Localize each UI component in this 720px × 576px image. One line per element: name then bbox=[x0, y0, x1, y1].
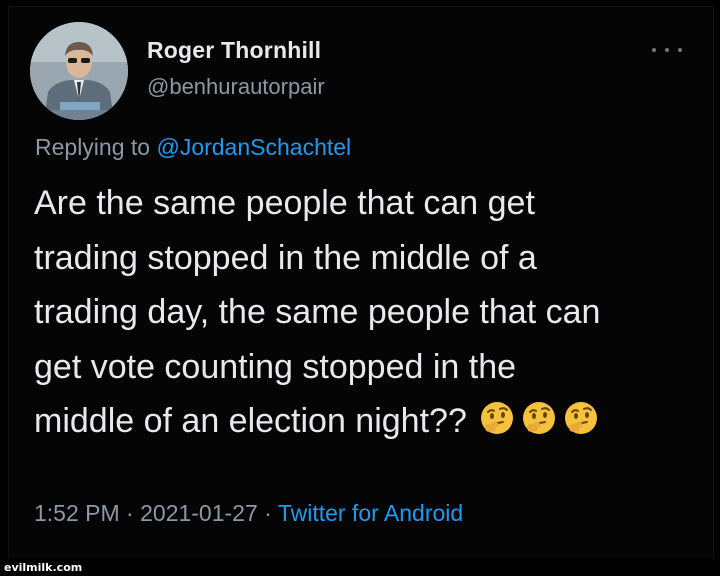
dot bbox=[665, 48, 669, 52]
display-name[interactable]: Roger Thornhill bbox=[147, 37, 321, 64]
thinking-face-emoji-icon bbox=[480, 402, 513, 434]
thinking-face-emoji-icon bbox=[564, 402, 597, 434]
tweet-text: Are the same people that can get trading… bbox=[34, 176, 694, 449]
tweet-date[interactable]: 2021-01-27 bbox=[140, 500, 258, 526]
dot bbox=[652, 48, 656, 52]
replying-to-label: Replying to bbox=[35, 134, 151, 160]
meta-separator: · bbox=[264, 500, 272, 526]
tweet-time[interactable]: 1:52 PM bbox=[34, 500, 120, 526]
replying-to-mention-link[interactable]: @JordanSchachtel bbox=[156, 134, 351, 160]
tweet-text-line: middle of an election night?? bbox=[34, 402, 467, 440]
site-watermark: evilmilk.com bbox=[4, 561, 83, 574]
meta-separator: · bbox=[126, 500, 134, 526]
tweet-metadata: 1:52 PM · 2021-01-27 · Twitter for Andro… bbox=[34, 500, 463, 527]
replying-to-line: Replying to @JordanSchachtel bbox=[35, 134, 351, 161]
user-handle[interactable]: @benhurautorpair bbox=[147, 74, 325, 100]
tweet-text-line-last: middle of an election night?? bbox=[34, 394, 694, 449]
footer-bar bbox=[0, 558, 720, 576]
tweet-text-line: Are the same people that can get bbox=[34, 184, 535, 222]
avatar-image bbox=[30, 22, 128, 120]
tweet-source-link[interactable]: Twitter for Android bbox=[278, 500, 463, 526]
tweet-text-line: get vote counting stopped in the bbox=[34, 347, 517, 386]
dot bbox=[678, 48, 682, 52]
tweet-text-line: trading day, the same people that can bbox=[34, 293, 601, 331]
avatar[interactable] bbox=[30, 22, 128, 120]
more-options-icon[interactable] bbox=[652, 40, 682, 60]
tweet-text-line: trading stopped in the middle of a bbox=[34, 238, 537, 277]
screenshot-frame: Roger Thornhill @benhurautorpair Replyin… bbox=[0, 0, 720, 576]
thinking-face-emoji-icon bbox=[522, 402, 555, 434]
